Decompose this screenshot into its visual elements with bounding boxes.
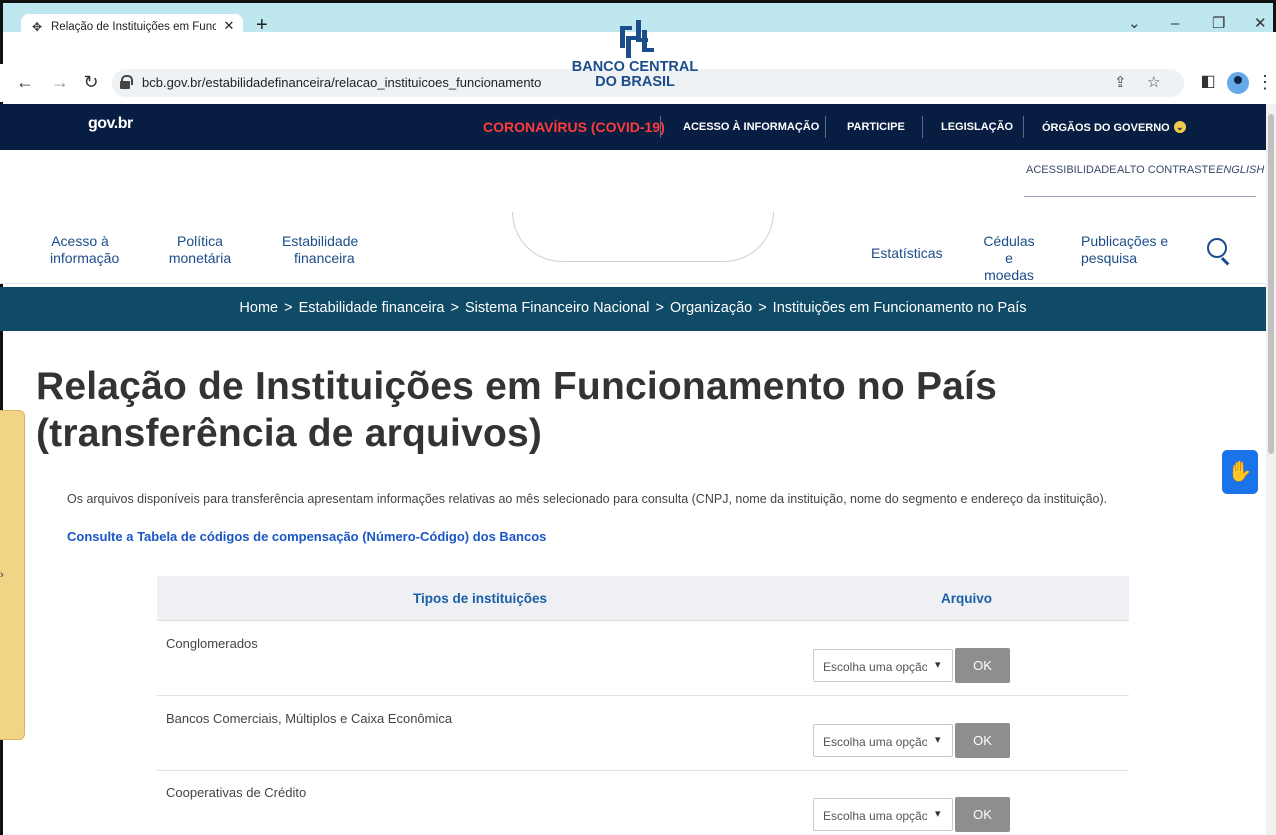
nav-label: Estabilidade	[282, 233, 359, 249]
legislacao-link[interactable]: LEGISLAÇÃO	[941, 121, 1013, 133]
chevron-right-icon: ›	[0, 569, 4, 581]
side-panel-icon[interactable]: ◧	[1197, 71, 1219, 93]
bookmark-star-icon[interactable]: ☆	[1147, 73, 1160, 91]
column-header-arquivo: Arquivo	[941, 591, 993, 606]
bcb-logo-text[interactable]: BANCO CENTRAL DO BRASIL	[565, 60, 705, 90]
chevron-down-icon: ▾	[935, 659, 941, 671]
breadcrumb-sfn[interactable]: Sistema Financeiro Nacional	[465, 300, 650, 316]
restore-icon[interactable]: ❐	[1212, 15, 1225, 33]
ok-button[interactable]: OK	[955, 723, 1010, 758]
row-label: Cooperativas de Crédito	[166, 785, 307, 800]
ok-button[interactable]: OK	[955, 797, 1010, 832]
menu-kebab-icon[interactable]: ⋮	[1254, 71, 1276, 93]
nav-label: informação	[50, 250, 120, 266]
nav-label: Cédulas e	[983, 233, 1035, 266]
logo-line-2: DO BRASIL	[595, 74, 675, 90]
divider	[660, 116, 661, 138]
alto-contraste-link[interactable]: ALTO CONTRASTE	[1117, 164, 1216, 176]
breadcrumb-separator: >	[655, 300, 664, 316]
divider	[1024, 196, 1256, 197]
bcb-logo-icon[interactable]	[612, 16, 660, 60]
scrollbar-thumb[interactable]	[1268, 114, 1274, 454]
nav-label: moedas	[984, 267, 1034, 283]
tab-search-chevron-icon[interactable]: ⌄	[1128, 15, 1141, 33]
browser-tab[interactable]: ✥ Relação de Instituições em Funcio ✕	[21, 14, 243, 46]
new-tab-button[interactable]: +	[256, 15, 268, 35]
table-header: Tipos de instituições Arquivo	[157, 576, 1129, 621]
nav-cedulas-moedas[interactable]: Cédulas e moedas	[978, 233, 1040, 284]
nav-label: Política	[177, 233, 223, 249]
breadcrumb-organizacao[interactable]: Organização	[670, 300, 752, 316]
breadcrumb-separator: >	[758, 300, 767, 316]
reload-icon[interactable]: ↻	[80, 71, 102, 93]
acesso-informacao-link[interactable]: ACESSO À INFORMAÇÃO	[683, 121, 819, 133]
breadcrumb: Home > Estabilidade financeira > Sistema Fin…	[0, 287, 1266, 331]
divider	[1023, 116, 1024, 138]
english-link[interactable]: ENGLISH	[1216, 164, 1264, 176]
nav-label: Acesso à	[51, 233, 109, 249]
nav-label: financeira	[294, 250, 355, 266]
logo-dome	[512, 212, 774, 262]
vlibras-hand-icon[interactable]: ✋	[1222, 450, 1258, 494]
divider	[825, 116, 826, 138]
nav-estatisticas[interactable]: Estatísticas	[871, 245, 943, 262]
covid-link[interactable]: CORONAVÍRUS (COVID-19)	[483, 119, 665, 135]
breadcrumb-current[interactable]: Instituições em Funcionamento no País	[773, 300, 1027, 316]
row-label: Bancos Comerciais, Múltiplos e Caixa Eco…	[166, 711, 453, 726]
close-window-icon[interactable]: ✕	[1254, 15, 1267, 33]
participe-link[interactable]: PARTICIPE	[847, 121, 905, 133]
page-title: Relação de Instituições em Funcionamento…	[36, 365, 997, 455]
acessibilidade-link[interactable]: ACESSIBILIDADE	[1026, 164, 1116, 176]
row-label: Conglomerados	[166, 636, 258, 651]
select-value: Escolha uma opção	[823, 809, 927, 823]
url-text: bcb.gov.br/estabilidadefinanceira/relaca…	[142, 75, 542, 90]
govbr-bar: gov.br CORONAVÍRUS (COVID-19) ACESSO À I…	[0, 104, 1266, 150]
orgaos-governo-link[interactable]: ÓRGÃOS DO GOVERNO ⌄	[1042, 121, 1186, 134]
forward-icon[interactable]: →	[49, 71, 71, 93]
select-value: Escolha uma opção	[823, 735, 927, 749]
nav-acesso-informacao[interactable]: Acesso à informação	[50, 233, 120, 267]
month-select[interactable]: Escolha uma opção ▾	[813, 798, 953, 831]
share-icon[interactable]: ⇪	[1114, 73, 1127, 91]
intro-text: Os arquivos disponíveis para transferênc…	[67, 492, 1108, 506]
breadcrumb-separator: >	[284, 300, 293, 316]
page-scrollbar[interactable]	[1266, 104, 1276, 835]
table-row: Conglomerados Escolha uma opção ▾ OK	[157, 622, 1129, 696]
month-select[interactable]: Escolha uma opção ▾	[813, 724, 953, 757]
nav-label: monetária	[168, 250, 232, 266]
govbr-logo[interactable]: gov.br	[88, 115, 133, 133]
chevron-down-icon: ▾	[935, 734, 941, 746]
nav-publicacoes-pesquisa[interactable]: Publicações e pesquisa	[1081, 233, 1168, 267]
bcb-favicon-icon: ✥	[31, 20, 43, 34]
divider	[922, 116, 923, 138]
breadcrumb-home[interactable]: Home	[239, 300, 278, 316]
orgaos-governo-label: ÓRGÃOS DO GOVERNO	[1042, 122, 1170, 134]
select-value: Escolha uma opção	[823, 660, 927, 674]
column-header-tipos: Tipos de instituições	[413, 591, 548, 606]
tab-title: Relação de Instituições em Funcio	[51, 21, 216, 33]
chevron-down-icon: ▾	[935, 808, 941, 820]
table-row: Cooperativas de Crédito Escolha uma opçã…	[157, 771, 1129, 835]
minimize-icon[interactable]: –	[1171, 15, 1179, 33]
codes-table-link[interactable]: Consulte a Tabela de códigos de compensa…	[67, 529, 546, 544]
breadcrumb-estabilidade[interactable]: Estabilidade financeira	[299, 300, 445, 316]
nav-label: Publicações e	[1081, 233, 1169, 249]
profile-avatar[interactable]	[1227, 72, 1249, 94]
ok-button[interactable]: OK	[955, 648, 1010, 683]
month-select[interactable]: Escolha uma opção ▾	[813, 649, 953, 682]
nav-label: Estatísticas	[871, 245, 943, 261]
side-drawer-toggle[interactable]: ›	[0, 410, 25, 740]
table-row: Bancos Comerciais, Múltiplos e Caixa Eco…	[157, 697, 1129, 771]
lock-icon	[120, 75, 133, 89]
close-tab-icon[interactable]: ✕	[221, 18, 237, 34]
nav-estabilidade-financeira[interactable]: Estabilidade financeira	[282, 233, 358, 267]
chevron-down-icon: ⌄	[1173, 121, 1186, 133]
nav-label: pesquisa	[1081, 250, 1138, 266]
nav-politica-monetaria[interactable]: Política monetária	[162, 233, 238, 267]
back-icon[interactable]: ←	[14, 71, 36, 93]
breadcrumb-separator: >	[450, 300, 459, 316]
logo-line-1: BANCO CENTRAL	[571, 59, 699, 75]
search-icon[interactable]	[1207, 238, 1227, 258]
